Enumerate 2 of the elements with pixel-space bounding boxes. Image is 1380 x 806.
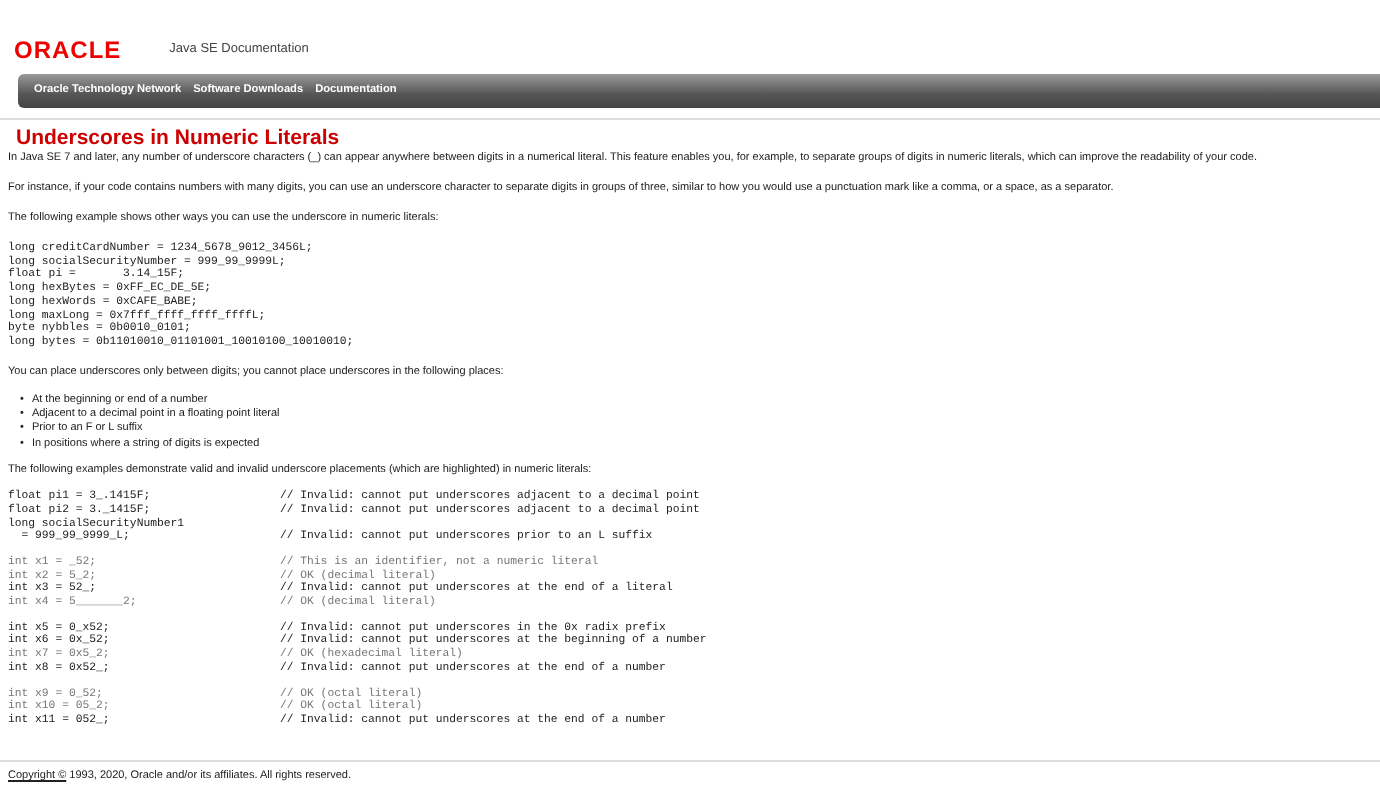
oracle-logo: ORACLE: [14, 38, 122, 62]
page-heading: Underscores in Numeric Literals: [16, 126, 342, 152]
